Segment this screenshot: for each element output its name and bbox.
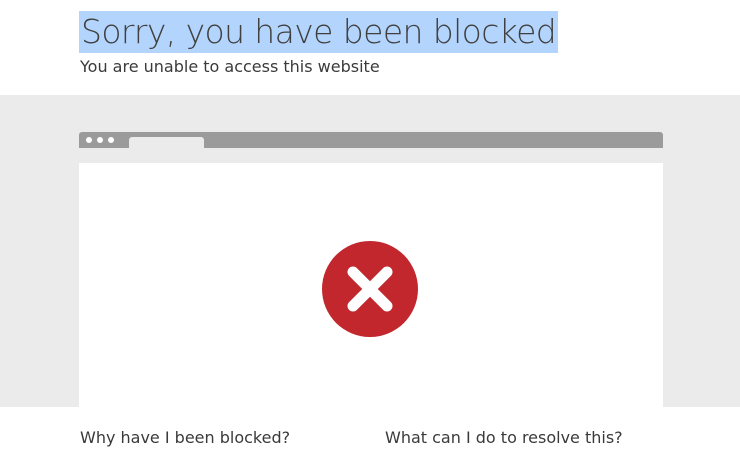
browser-dot-icon (108, 137, 114, 143)
browser-tab-shape (129, 137, 204, 148)
page-subtitle: You are unable to access this website (80, 57, 380, 76)
why-blocked-heading: Why have I been blocked? (80, 428, 291, 447)
browser-dot-icon (86, 137, 92, 143)
browser-illustration-bar (79, 132, 663, 148)
error-x-circle-icon (322, 241, 418, 337)
page-header: Sorry, you have been blocked You are una… (0, 0, 740, 95)
browser-illustration-window (79, 163, 663, 407)
resolve-heading: What can I do to resolve this? (385, 428, 623, 447)
page-footer: Why have I been blocked? What can I do t… (0, 407, 740, 461)
page-title: Sorry, you have been blocked (79, 11, 559, 53)
blocked-page: Sorry, you have been blocked You are una… (0, 0, 740, 461)
browser-dot-icon (97, 137, 103, 143)
